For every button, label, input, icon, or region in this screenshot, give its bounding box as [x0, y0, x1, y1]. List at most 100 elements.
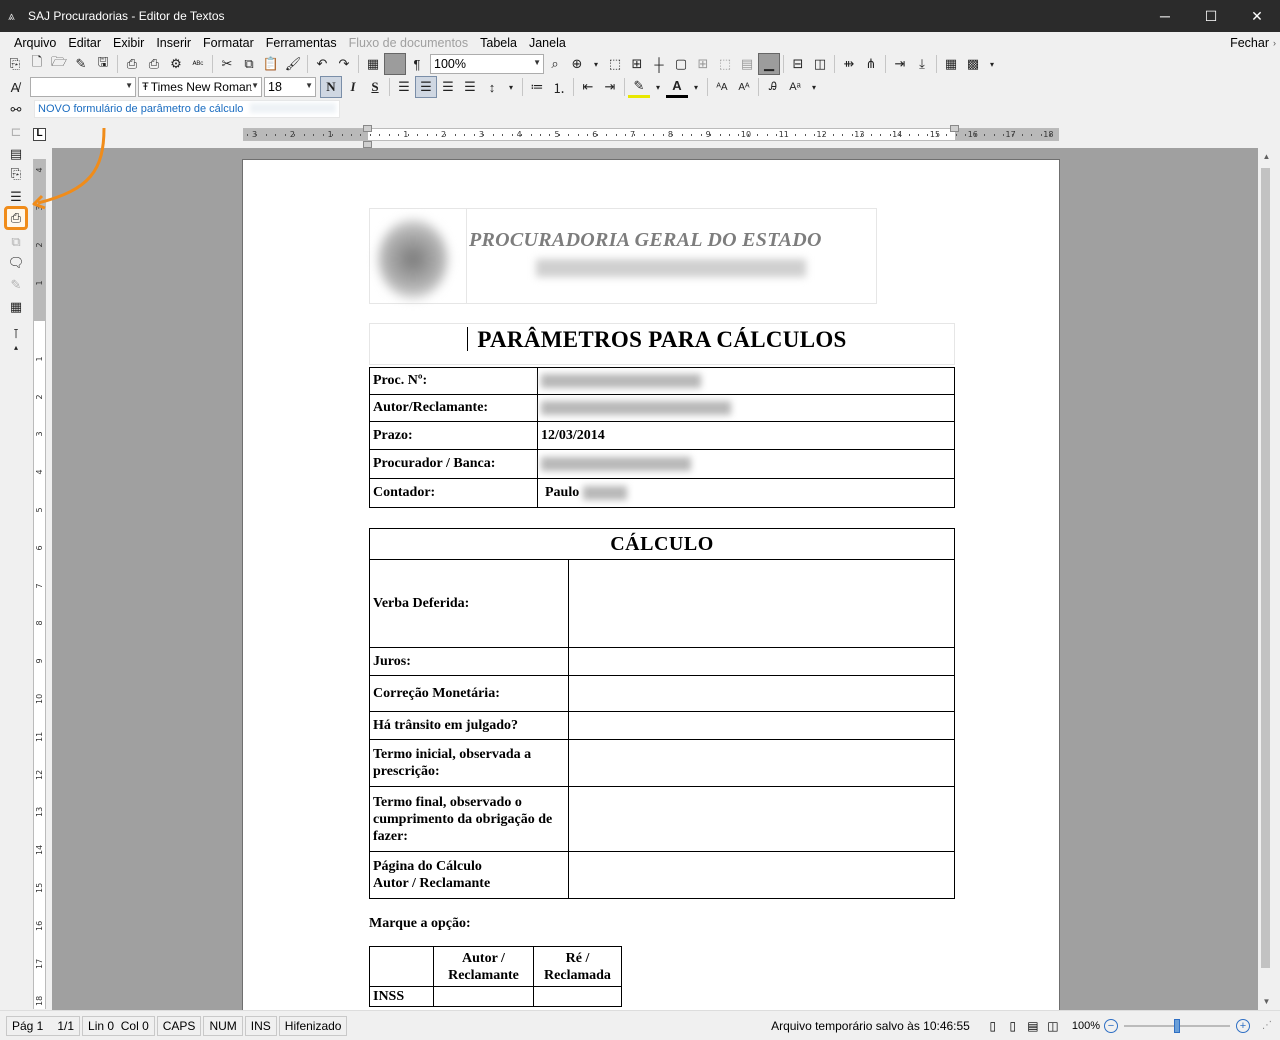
- minimize-button[interactable]: ─: [1142, 0, 1188, 32]
- save-icon[interactable]: 🖫: [92, 53, 114, 75]
- form-fields-icon[interactable]: ▤: [5, 143, 27, 165]
- new-document-icon[interactable]: 🗋: [26, 53, 48, 75]
- print-icon[interactable]: ⎙: [121, 53, 143, 75]
- zoom-in-icon[interactable]: ⊕: [566, 53, 588, 75]
- styles-icon[interactable]: A̸: [4, 76, 26, 98]
- document-canvas[interactable]: PROCURADORIA GERAL DO ESTADO PARÂMETROS …: [52, 148, 1258, 1010]
- option-cell[interactable]: [433, 986, 534, 1007]
- align-center-icon[interactable]: ☰: [415, 76, 437, 98]
- print-settings-icon[interactable]: ⚙: [165, 53, 187, 75]
- table-properties-icon[interactable]: ▦: [940, 53, 962, 75]
- dropdown-arrow-icon[interactable]: ▾: [806, 76, 822, 98]
- menu-ferramentas[interactable]: Ferramentas: [260, 33, 343, 53]
- cell-borders-icon[interactable]: ▤: [736, 53, 758, 75]
- bullet-list-icon[interactable]: ≔: [526, 76, 548, 98]
- process-info-table[interactable]: Proc. Nº: Autor/Reclamante: Prazo: 12/03…: [369, 367, 955, 508]
- font-size-select[interactable]: 18 ▼: [264, 77, 316, 97]
- increase-indent-icon[interactable]: ⇥: [599, 76, 621, 98]
- copy-icon[interactable]: ⧉: [238, 53, 260, 75]
- left-indent-marker[interactable]: [363, 125, 372, 132]
- show-grid-icon[interactable]: [384, 53, 406, 75]
- undo-icon[interactable]: ↶: [311, 53, 333, 75]
- align-left-icon[interactable]: ☰: [393, 76, 415, 98]
- value-cell[interactable]: [568, 739, 955, 787]
- value-cell[interactable]: [568, 851, 955, 899]
- scroll-down-icon[interactable]: ▼: [1258, 993, 1275, 1010]
- calculation-table[interactable]: CÁLCULO Verba Deferida: Juros: Correção …: [369, 528, 955, 899]
- option-cell[interactable]: [533, 986, 622, 1007]
- field-value[interactable]: Paulo: [537, 478, 955, 508]
- numbered-list-icon[interactable]: ⒈: [548, 76, 570, 98]
- more-tools-icon[interactable]: ▴: [5, 341, 27, 353]
- print-preview-icon[interactable]: ⎙: [143, 53, 165, 75]
- style-select[interactable]: ▼: [30, 77, 136, 97]
- right-indent-marker[interactable]: [950, 125, 959, 132]
- insert-column-icon[interactable]: ◫: [809, 53, 831, 75]
- field-value[interactable]: [537, 367, 955, 395]
- dropdown-arrow-icon[interactable]: ▾: [503, 76, 519, 98]
- search-icon[interactable]: ⌕: [544, 53, 566, 75]
- resize-grip-icon[interactable]: ⋰: [1262, 1020, 1276, 1031]
- zoom-out-icon[interactable]: −: [1104, 1018, 1118, 1033]
- font-color-icon[interactable]: A: [666, 76, 688, 98]
- bold-button[interactable]: N: [320, 76, 342, 98]
- highlight-color-icon[interactable]: ✎: [628, 76, 650, 98]
- paragraph-marks-icon[interactable]: ¶: [406, 53, 428, 75]
- inner-borders-icon[interactable]: ⊞: [692, 53, 714, 75]
- menu-arquivo[interactable]: Arquivo: [8, 33, 62, 53]
- vertical-ruler[interactable]: 4 3 2 1 1 2 3 4 5 6 7 8 9 10 11 12 13 14 15 16 17 18: [33, 159, 46, 1009]
- align-right-icon[interactable]: ☰: [437, 76, 459, 98]
- zoom-select[interactable]: 100% ▼: [430, 54, 544, 74]
- edit-file-icon[interactable]: ✎: [70, 53, 92, 75]
- justify-icon[interactable]: ☰: [459, 76, 481, 98]
- move-right-icon[interactable]: ⇥: [889, 53, 911, 75]
- left-indent-marker-bottom[interactable]: [363, 141, 372, 148]
- zoom-slider[interactable]: [1124, 1018, 1230, 1033]
- document-list-icon[interactable]: ☰: [5, 186, 27, 208]
- underline-button[interactable]: S: [364, 76, 386, 98]
- open-folder-icon[interactable]: 🗁: [48, 53, 70, 75]
- book-view-icon[interactable]: ◫: [1044, 1017, 1062, 1035]
- insert-row-icon[interactable]: ⊟: [787, 53, 809, 75]
- table-style-icon[interactable]: ▩: [962, 53, 984, 75]
- menu-tabela[interactable]: Tabela: [474, 33, 523, 53]
- zoom-slider-thumb[interactable]: [1174, 1018, 1180, 1033]
- clear-format-icon[interactable]: Ꭿ: [762, 76, 784, 98]
- format-painter-icon[interactable]: 🖌: [282, 53, 304, 75]
- paste-icon[interactable]: 📋: [260, 53, 282, 75]
- dropdown-arrow-icon[interactable]: ▾: [984, 53, 1000, 75]
- menu-janela[interactable]: Janela: [523, 33, 572, 53]
- cut-icon[interactable]: ✂: [216, 53, 238, 75]
- value-cell[interactable]: [568, 559, 955, 648]
- table-icon[interactable]: ▦: [362, 53, 384, 75]
- new-from-template-icon[interactable]: ⎘: [4, 53, 26, 75]
- close-document-button[interactable]: Fechar ›: [1230, 36, 1276, 50]
- decrease-indent-icon[interactable]: ⇤: [577, 76, 599, 98]
- menu-formatar[interactable]: Formatar: [197, 33, 260, 53]
- move-down-icon[interactable]: ⤓: [911, 53, 933, 75]
- menu-exibir[interactable]: Exibir: [107, 33, 150, 53]
- copy-fields-icon[interactable]: ⎘: [5, 163, 27, 185]
- form-parameter-icon[interactable]: ⎙: [4, 206, 28, 230]
- bottom-border-icon[interactable]: ▁: [758, 53, 780, 75]
- dropdown-arrow-icon[interactable]: ▾: [588, 53, 604, 75]
- field-value[interactable]: [537, 394, 955, 422]
- line-spacing-icon[interactable]: ↕: [481, 76, 503, 98]
- shrink-font-icon[interactable]: Aᴬ: [733, 76, 755, 98]
- table-grid-icon[interactable]: ⊞: [626, 53, 648, 75]
- value-cell[interactable]: [568, 647, 955, 676]
- text-effects-icon[interactable]: Aᵃ: [784, 76, 806, 98]
- single-page-view-icon[interactable]: ▯: [1004, 1017, 1022, 1035]
- frame-icon[interactable]: ▢: [670, 53, 692, 75]
- page-view-icon[interactable]: ▯: [984, 1017, 1002, 1035]
- value-cell[interactable]: [568, 786, 955, 852]
- vertical-scrollbar[interactable]: ▲ ▼: [1258, 148, 1275, 1010]
- crosshair-icon[interactable]: ┼: [648, 53, 670, 75]
- scrollbar-thumb[interactable]: [1261, 168, 1270, 968]
- italic-button[interactable]: I: [342, 76, 364, 98]
- field-value[interactable]: 12/03/2014: [537, 421, 955, 450]
- option-table[interactable]: Autor / Reclamante Ré / Reclamada INSS: [369, 946, 622, 1007]
- dropdown-arrow-icon[interactable]: ▾: [650, 76, 666, 98]
- merge-cells-icon[interactable]: ⋔: [860, 53, 882, 75]
- template-icon[interactable]: ▦: [5, 296, 27, 318]
